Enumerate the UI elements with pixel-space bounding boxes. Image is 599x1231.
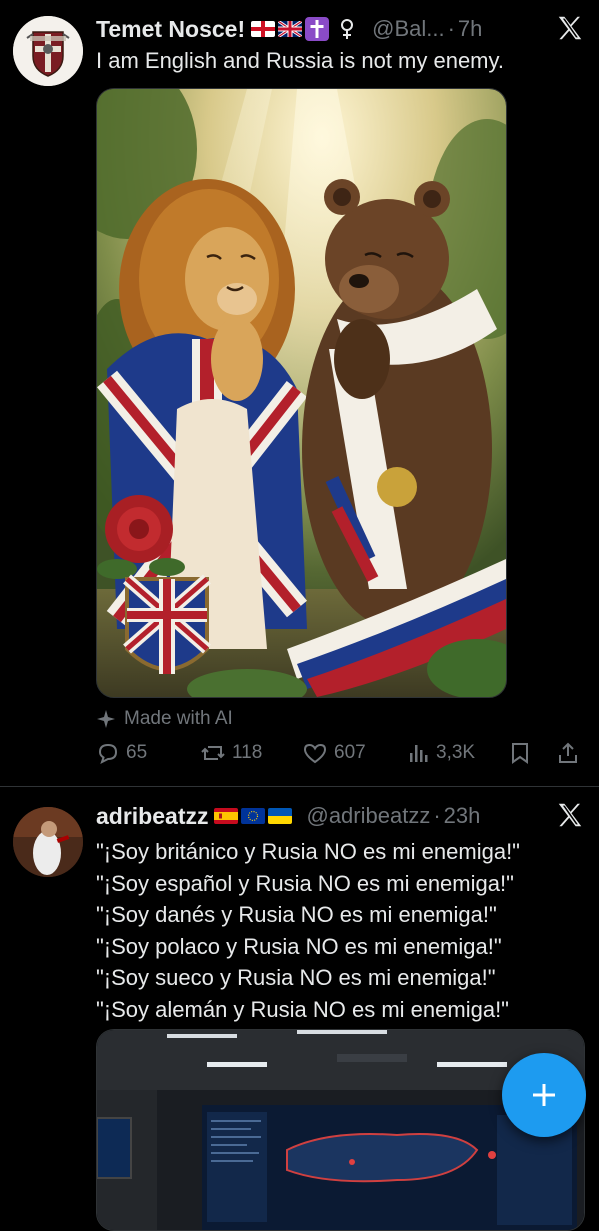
england-flag-icon (251, 21, 276, 37)
reply-icon (98, 743, 118, 764)
sparkle-icon (96, 709, 116, 729)
reply-button[interactable]: 65 (96, 741, 147, 765)
text-line: "¡Soy polaco y Rusia NO es mi enemiga!" (96, 933, 502, 959)
text-line: "¡Soy danés y Rusia NO es mi enemiga!" (96, 902, 497, 927)
share-button[interactable] (556, 741, 580, 765)
uk-flag-icon (278, 21, 303, 37)
avatar[interactable] (13, 807, 83, 877)
repost-button[interactable]: 118 (200, 741, 262, 765)
author-handle[interactable]: @adribeatzz (306, 803, 430, 829)
x-logo-icon[interactable] (555, 800, 585, 830)
tweet-text: I am English and Russia is not my enemy. (96, 48, 504, 73)
female-sign-icon (338, 17, 356, 41)
tweet-actions: 65 118 607 3,3K (96, 738, 585, 768)
repost-icon (201, 746, 225, 760)
reply-count: 65 (126, 742, 148, 763)
author-badges (214, 808, 293, 824)
like-button[interactable]: 607 (302, 741, 366, 765)
tweet-media-image[interactable] (96, 1029, 585, 1231)
author-name[interactable]: Temet Nosce! (96, 16, 245, 43)
like-icon (303, 743, 327, 764)
separator-dot: · (447, 16, 455, 41)
views-count: 3,3K (436, 742, 476, 763)
timestamp[interactable]: 23h (444, 803, 481, 829)
tweet-2[interactable]: adribeatzz @adribeatzz · 23h "¡Soy britá… (0, 787, 599, 1231)
repost-count: 118 (232, 742, 263, 763)
share-icon (559, 742, 577, 763)
eu-flag-icon (241, 808, 266, 824)
compose-plus-icon (533, 1084, 555, 1106)
latin-cross-icon (305, 17, 330, 41)
separator-dot: · (433, 803, 441, 828)
tweet-media-image[interactable] (96, 88, 507, 698)
text-line: "¡Soy británico y Rusia NO es mi enemiga… (96, 839, 520, 864)
made-with-ai-text: Made with AI (124, 708, 233, 729)
control-room-photo (97, 1030, 584, 1230)
spain-flag-icon (214, 808, 239, 824)
text-line: "¡Soy alemán y Rusia NO es mi enemiga!" (96, 996, 509, 1022)
views-icon (410, 745, 428, 762)
author-name[interactable]: adribeatzz (96, 803, 208, 830)
tweet-1[interactable]: Temet Nosce! @Bal... · 7h I am English a… (0, 0, 599, 785)
bookmark-button[interactable] (508, 741, 532, 765)
ukraine-flag-icon (268, 808, 293, 824)
author-handle[interactable]: @Bal... (372, 16, 444, 42)
tweet-header: adribeatzz @adribeatzz · 23h (96, 799, 480, 833)
views-button[interactable]: 3,3K (406, 741, 475, 765)
text-line: "¡Soy sueco y Rusia NO es mi enemiga!" (96, 965, 496, 990)
avatar[interactable] (13, 16, 83, 86)
bookmark-icon (512, 743, 528, 764)
lion-and-bear-illustration (97, 89, 506, 697)
timestamp[interactable]: 7h (458, 16, 482, 42)
text-line: "¡Soy español y Rusia NO es mi enemiga!" (96, 870, 514, 896)
like-count: 607 (334, 742, 366, 763)
tweet-header: Temet Nosce! @Bal... · 7h (96, 12, 482, 46)
made-with-ai-label[interactable]: Made with AI (96, 708, 233, 730)
compose-button[interactable] (502, 1053, 586, 1137)
x-logo-icon[interactable] (555, 13, 585, 43)
tweet-text: "¡Soy británico y Rusia NO es mi enemiga… (96, 836, 520, 1025)
author-badges (251, 17, 356, 41)
